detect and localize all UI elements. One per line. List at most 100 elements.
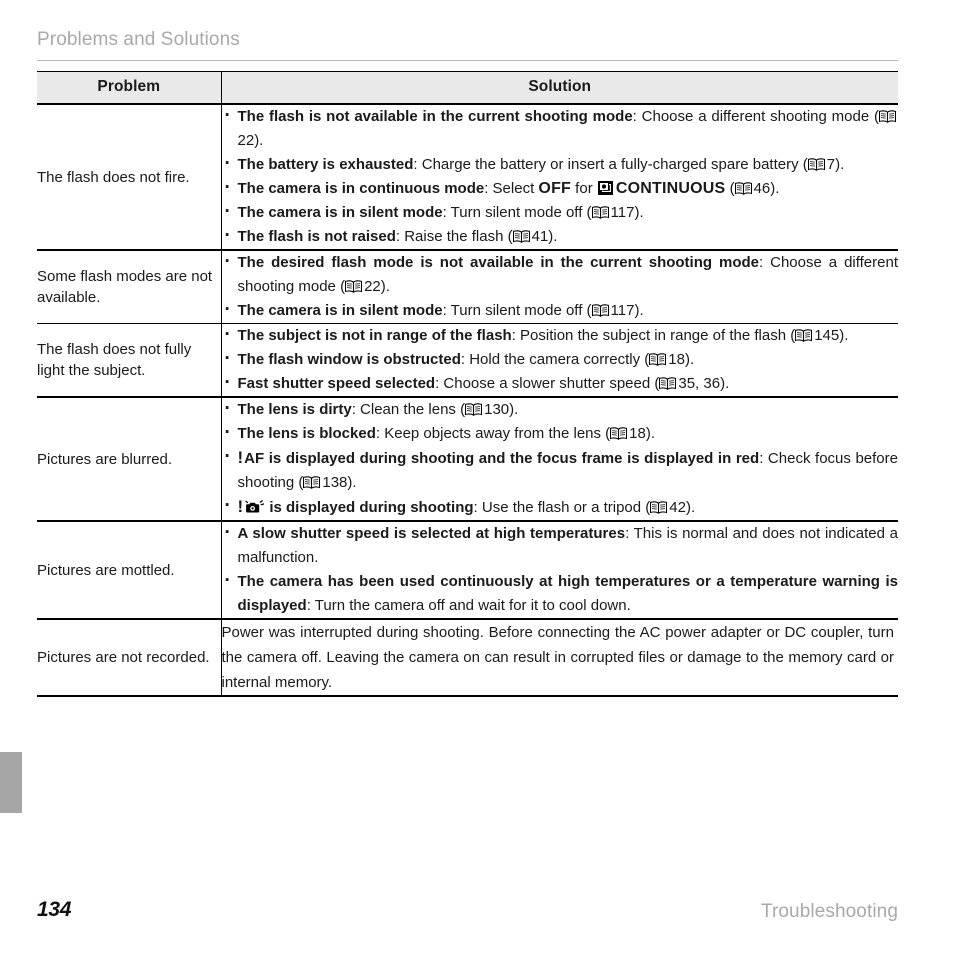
solution-item: The flash window is obstructed: Hold the… [222,347,899,372]
page-reference-number: 22 [237,132,255,149]
solution-item-text: : Turn silent mode off ( [442,302,592,319]
solution-item-lead: The battery is exhausted [237,156,414,173]
solution-item-text: : Choose a different shooting mode ( [632,108,880,125]
page-reference-number: 18 [668,351,685,368]
solution-item: The lens is dirty: Clean the lens ( 130). [222,397,899,422]
solution-item-text: ). [548,228,558,245]
solution-item-text: : Keep objects away from the lens ( [375,425,611,442]
solution-cell: Power was interrupted during shooting. B… [221,619,898,697]
problem-cell: Pictures are blurred. [37,397,222,522]
solution-item-lead: The subject is not in range of the flash [237,327,512,344]
page-reference-book-icon [734,182,752,195]
solution-list: A slow shutter speed is selected at high… [222,521,899,618]
solution-item-lead: is displayed during shooting [265,499,474,516]
page-reference-number: 117 [610,204,635,221]
page-reference-book-icon [649,353,667,366]
solution-item-lead: The flash is not available in the curren… [237,108,633,125]
solution-item: The flash is not raised: Raise the flash… [222,224,899,249]
page-reference-number: 145 [814,327,840,344]
running-header: Problems and Solutions [37,28,898,52]
solution-item-text: ). [685,499,696,516]
solution-item: The camera has been used continuously at… [222,569,898,618]
solution-item: !AF is displayed during shooting and the… [222,445,898,495]
page-reference-number: 22 [364,278,381,295]
solution-item-lead: The lens is dirty [237,401,352,418]
page-reference-book-icon [591,304,609,317]
page-reference-book-icon [512,230,530,243]
column-header-problem: Problem [37,71,222,105]
footer-section-name: Troubleshooting [760,901,898,922]
solution-item: The battery is exhausted: Charge the bat… [222,152,899,177]
solution-item-text: ). [380,278,390,295]
page-reference-number: 138 [322,474,348,491]
page-reference-number: 130 [484,401,510,418]
table-row: Pictures are blurred.The lens is dirty: … [37,397,899,522]
table-body: The flash does not fire.The flash is not… [37,104,899,697]
solution-item-text: ). [509,401,519,418]
problem-cell: Some flash modes are not available. [37,250,222,324]
solution-item-text: : Use the flash or a tripod ( [473,499,651,516]
setting-value-off: OFF [538,180,572,197]
header-divider [37,60,898,61]
solution-item-text: ). [254,132,264,149]
solution-item-lead: A slow shutter speed is selected at high… [237,525,626,542]
solution-item-lead: The camera is in silent mode [237,302,443,319]
solution-item-lead: The lens is blocked [237,425,376,442]
solution-item-text: ). [645,425,656,442]
solution-cell: The lens is dirty: Clean the lens ( 130).… [221,397,899,522]
page-title: Problems and Solutions [37,29,240,50]
continuous-burst-icon [597,181,613,195]
page-reference-book-icon [610,427,628,440]
page-reference-book-icon [345,280,363,293]
problems-solutions-table: Problem Solution The flash does not fire… [37,71,898,697]
page-reference-number: 41 [531,228,549,245]
page-reference-number: 42 [669,499,686,516]
problem-cell: Pictures are mottled. [37,521,222,620]
solution-list: The lens is dirty: Clean the lens ( 130).… [222,397,899,520]
warning-exclamation-icon: ! [237,497,244,516]
page-reference-book-icon [659,377,677,390]
solution-item: The desired flash mode is not available … [222,250,898,299]
solution-item: A slow shutter speed is selected at high… [222,521,899,570]
problem-cell: The flash does not fully light the subje… [37,323,222,398]
solution-item-text: : Turn silent mode off ( [442,204,592,221]
solution-item-lead: The camera is in silent mode [237,204,443,221]
menu-name-continuous: CONTINUOUS [615,180,726,197]
solution-list: The subject is not in range of the flash… [222,323,899,396]
solution-item-text: : Raise the flash ( [395,228,513,245]
solution-item-text: ). [347,474,357,491]
solution-item: The lens is blocked: Keep objects away f… [222,421,899,446]
page-reference-number: 18 [629,425,646,442]
solution-item-text: : Position the subject in range of the f… [511,327,796,344]
solution-item: The flash is not available in the curren… [222,104,899,153]
solution-item: ! is displayed during shooting: Use the … [222,494,899,520]
page-footer: 134 Troubleshooting [37,898,898,928]
solution-item: The camera is in silent mode: Turn silen… [222,200,899,225]
problem-cell: The flash does not fire. [37,104,222,251]
table-row: Some flash modes are not available. The d… [37,250,898,324]
solution-item: The subject is not in range of the flash… [222,323,899,348]
solution-item-lead: The flash window is obstructed [237,351,461,368]
table-row: The flash does not fully light the subje… [37,323,899,398]
table-row: The flash does not fire.The flash is not… [37,104,899,251]
page-reference-number: 7 [826,156,836,173]
page-reference-book-icon [795,329,813,342]
solution-item: The camera is in silent mode: Turn silen… [222,298,899,323]
page-reference-number: 117 [610,302,635,319]
solution-list: The desired flash mode is not available … [222,250,899,323]
solution-item-text: ). [720,375,730,392]
solution-list: The flash is not available in the curren… [222,104,899,249]
column-header-solution: Solution [221,71,898,105]
solution-item-lead: The camera is in continuous mode [237,180,485,197]
solution-item-text: : Clean the lens ( [351,401,466,418]
solution-item-text: ). [634,302,644,319]
solution-paragraph: Power was interrupted during shooting. B… [221,624,895,691]
solution-item-text: : Select [484,180,539,197]
page-reference-book-icon [303,476,321,489]
solution-cell: The flash is not available in the curren… [221,104,899,251]
solution-item: Fast shutter speed selected: Choose a sl… [222,371,899,396]
solution-item-text: : Turn the camera off and wait for it to… [306,597,631,614]
solution-cell: A slow shutter speed is selected at high… [221,521,899,620]
solution-item: The camera is in continuous mode: Select… [222,176,899,201]
page-reference-book-icon [807,158,825,171]
